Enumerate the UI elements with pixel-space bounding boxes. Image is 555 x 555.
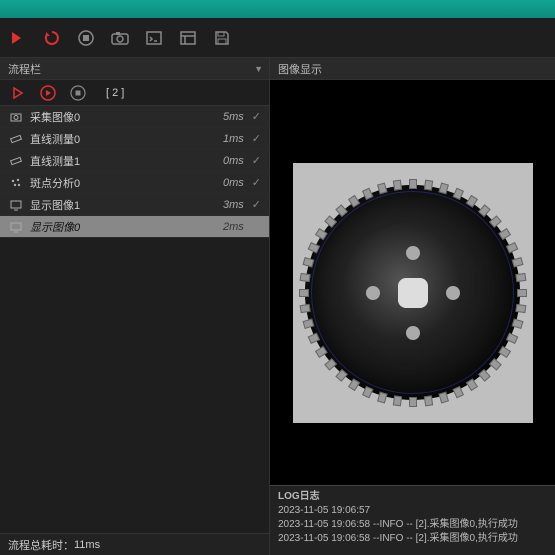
title-bar — [0, 0, 555, 18]
play-filled-icon[interactable] — [40, 85, 56, 101]
step-row-1[interactable]: 直线测量01ms ✓ — [0, 128, 269, 150]
check-icon: ✓ — [252, 110, 261, 123]
step-row-5[interactable]: 显示图像02ms ✓ — [0, 216, 269, 238]
camera-icon[interactable] — [110, 28, 130, 48]
step-time: 5ms — [223, 111, 244, 123]
log-line: 2023-11-05 19:06:58 --INFO -- [2].采集图像0,… — [278, 518, 547, 532]
total-time-label: 流程总耗时： — [8, 537, 74, 553]
step-row-0[interactable]: 采集图像05ms ✓ — [0, 106, 269, 128]
step-icon — [8, 175, 24, 191]
process-panel: 流程栏 ▼ [ 2 ] 采集图像05ms✓直线测量01ms✓直线测量10ms✓斑… — [0, 58, 270, 555]
log-panel: LOG日志 2023-11-05 19:06:572023-11-05 19:0… — [270, 485, 555, 555]
image-panel: 图像显示 LOG日志 2023-11-05 19:06:572023-11-05… — [270, 58, 555, 555]
terminal-icon[interactable] — [144, 28, 164, 48]
step-name: 采集图像0 — [30, 109, 223, 125]
step-time: 1ms — [223, 133, 244, 145]
check-icon: ✓ — [252, 132, 261, 145]
step-name: 直线测量0 — [30, 131, 223, 147]
dropdown-icon[interactable]: ▼ — [254, 64, 263, 74]
step-list: 采集图像05ms✓直线测量01ms✓直线测量10ms✓斑点分析00ms✓显示图像… — [0, 106, 269, 320]
process-controls: [ 2 ] — [0, 80, 269, 106]
save-icon[interactable] — [212, 28, 232, 48]
log-header: LOG日志 — [278, 490, 547, 504]
image-panel-header: 图像显示 — [270, 58, 555, 80]
step-time: 3ms — [223, 199, 244, 211]
step-name: 显示图像0 — [30, 219, 223, 235]
step-icon — [8, 109, 24, 125]
forward-icon[interactable] — [8, 28, 28, 48]
run-counter: [ 2 ] — [106, 87, 124, 99]
image-panel-title: 图像显示 — [278, 61, 322, 77]
step-time: 0ms — [223, 155, 244, 167]
step-row-4[interactable]: 显示图像13ms ✓ — [0, 194, 269, 216]
step-icon — [8, 153, 24, 169]
step-icon — [8, 219, 24, 235]
log-line: 2023-11-05 19:06:58 --INFO -- [2].采集图像0,… — [278, 532, 547, 546]
step-row-2[interactable]: 直线测量10ms ✓ — [0, 150, 269, 172]
main-toolbar — [0, 18, 555, 58]
step-time: 0ms — [223, 177, 244, 189]
check-icon: ✓ — [252, 154, 261, 167]
check-icon: ✓ — [252, 220, 261, 233]
refresh-icon[interactable] — [42, 28, 62, 48]
layout-icon[interactable] — [178, 28, 198, 48]
step-name: 直线测量1 — [30, 153, 223, 169]
step-name: 显示图像1 — [30, 197, 223, 213]
total-time-value: 11ms — [74, 539, 100, 551]
log-line: 2023-11-05 19:06:57 — [278, 504, 547, 518]
stop-small-icon[interactable] — [70, 85, 86, 101]
step-icon — [8, 197, 24, 213]
check-icon: ✓ — [252, 176, 261, 189]
step-icon — [8, 131, 24, 147]
play-icon[interactable] — [10, 85, 26, 101]
inspected-image — [293, 163, 533, 423]
process-footer: 流程总耗时： 11ms — [0, 533, 269, 555]
process-panel-title: 流程栏 — [8, 61, 41, 77]
stop-icon[interactable] — [76, 28, 96, 48]
step-time: 2ms — [223, 221, 244, 233]
image-viewport[interactable] — [270, 80, 555, 485]
check-icon: ✓ — [252, 198, 261, 211]
step-name: 斑点分析0 — [30, 175, 223, 191]
step-row-3[interactable]: 斑点分析00ms ✓ — [0, 172, 269, 194]
process-panel-header: 流程栏 ▼ — [0, 58, 269, 80]
